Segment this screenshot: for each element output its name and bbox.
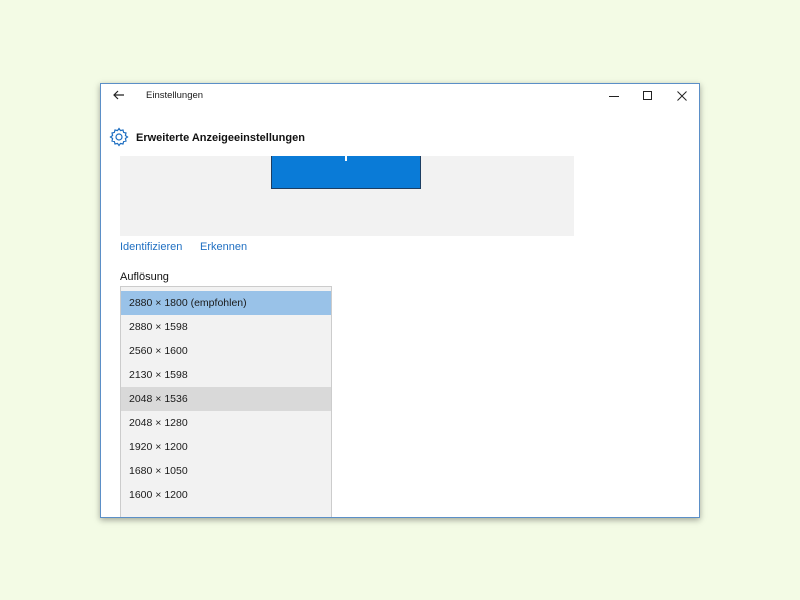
window-title: Einstellungen [146,90,204,101]
resolution-option[interactable]: 2560 × 1600 [121,339,331,363]
resolution-option[interactable]: 1600 × 1200 [121,483,331,507]
resolution-option[interactable]: 1920 × 1200 [121,435,331,459]
arrow-left-icon [113,90,124,100]
detect-link[interactable]: Erkennen [200,241,247,253]
title-bar: Einstellungen [101,84,699,107]
resolution-option[interactable]: 2048 × 1536 [121,387,331,411]
monitor-number-mark [345,156,347,161]
gear-icon [109,127,129,147]
identify-link[interactable]: Identifizieren [120,241,182,253]
maximize-button[interactable] [631,84,665,107]
page-title: Erweiterte Anzeigeeinstellungen [136,132,305,144]
page-header: Erweiterte Anzeigeeinstellungen [101,107,699,157]
resolution-option[interactable]: 1680 × 1050 [121,459,331,483]
back-button[interactable] [110,87,128,103]
settings-window: Einstellungen Erweiterte Anzeigeeinstell… [100,83,700,518]
display-preview [120,156,574,236]
resolution-label: Auflösung [120,271,169,283]
minimize-icon [609,95,619,97]
resolution-option[interactable]: 2880 × 1800 (empfohlen) [121,291,331,315]
resolution-option[interactable]: 2880 × 1598 [121,315,331,339]
close-button[interactable] [665,84,699,107]
resolution-dropdown[interactable]: 2880 × 1800 (empfohlen) 2880 × 1598 2560… [120,286,332,517]
resolution-option[interactable]: 2130 × 1598 [121,363,331,387]
minimize-button[interactable] [597,84,631,107]
close-icon [677,90,687,101]
monitor-tile[interactable] [271,156,421,189]
maximize-icon [643,90,652,100]
resolution-option[interactable]: 2048 × 1280 [121,411,331,435]
